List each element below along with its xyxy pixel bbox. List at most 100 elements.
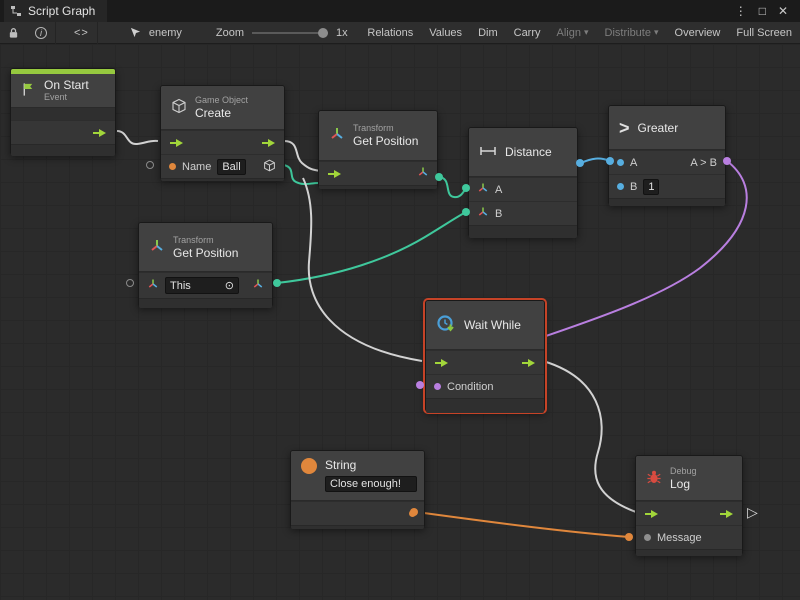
flow-output-port[interactable] xyxy=(719,509,734,519)
flow-output-port[interactable] xyxy=(521,358,536,368)
script-graph-tab[interactable]: Script Graph xyxy=(4,0,107,22)
node-wait-while[interactable]: Wait While Condition xyxy=(425,300,545,412)
vector-b-row: B xyxy=(469,201,577,225)
flow-input-port[interactable] xyxy=(327,169,342,179)
string-output-dot[interactable] xyxy=(410,508,418,516)
node-footer xyxy=(139,298,272,308)
node-footer xyxy=(161,178,284,181)
wire-onstart-to-create[interactable] xyxy=(117,131,158,144)
graph-toolbar: i <> enemy Zoom 1x Relations Values Dim … xyxy=(0,22,800,44)
unconnected-port-ring[interactable] xyxy=(126,279,134,287)
lock-icon[interactable] xyxy=(0,22,27,43)
position-output-port[interactable] xyxy=(252,278,264,293)
script-graph-icon xyxy=(10,5,22,17)
distance-b-input-dot[interactable] xyxy=(462,208,470,216)
log-message-input-dot[interactable] xyxy=(625,533,633,541)
maximize-icon[interactable]: □ xyxy=(759,4,766,18)
flow-output-port[interactable] xyxy=(261,138,276,148)
unconnected-port-ring[interactable] xyxy=(146,161,154,169)
message-row: Message xyxy=(636,525,742,549)
continue-triangle-icon: ▷ xyxy=(747,504,758,521)
dim-button[interactable]: Dim xyxy=(470,22,506,43)
waitwhile-condition-dot[interactable] xyxy=(416,381,424,389)
vector-port-icon[interactable] xyxy=(477,182,489,197)
node-title: On Start xyxy=(44,78,89,92)
condition-row: Condition xyxy=(426,374,544,398)
greater-output-dot[interactable] xyxy=(723,157,731,165)
port-b-label: B xyxy=(495,208,502,220)
info-icon[interactable]: i xyxy=(27,22,55,43)
port-b-label: B xyxy=(630,181,637,193)
string-value-input[interactable]: Close enough! xyxy=(325,476,417,492)
wait-clock-icon xyxy=(436,314,456,337)
string-input-port[interactable] xyxy=(169,163,176,170)
gameobject-output-port[interactable] xyxy=(263,159,276,175)
node-header: String Close enough! xyxy=(291,451,424,501)
wire-create-to-getposition[interactable] xyxy=(284,141,321,171)
code-view-icon[interactable]: <> xyxy=(66,22,97,43)
node-header: On Start Event xyxy=(11,74,115,108)
node-greater[interactable]: > Greater A A > B B 1 xyxy=(608,105,726,205)
greater-a-input-dot[interactable] xyxy=(606,157,614,165)
node-footer xyxy=(426,398,544,413)
flow-row xyxy=(636,501,742,525)
transform-input-port[interactable] xyxy=(147,278,159,293)
distribute-dropdown[interactable]: Distribute▾ xyxy=(597,22,667,43)
condition-input-port[interactable] xyxy=(434,383,441,390)
node-header: Distance xyxy=(469,128,577,177)
result-label: A > B xyxy=(690,157,717,169)
getposition-a-output-dot[interactable] xyxy=(435,173,443,181)
position-output-port[interactable] xyxy=(417,166,429,181)
values-button[interactable]: Values xyxy=(421,22,470,43)
vector-port-icon[interactable] xyxy=(477,206,489,221)
relations-button[interactable]: Relations xyxy=(359,22,421,43)
number-b-input-port[interactable] xyxy=(617,183,624,190)
overview-button[interactable]: Overview xyxy=(667,22,729,43)
wire-flow-to-waitwhile[interactable] xyxy=(303,178,422,361)
flow-input-port[interactable] xyxy=(434,358,449,368)
align-dropdown[interactable]: Align▾ xyxy=(549,22,597,43)
fullscreen-button[interactable]: Full Screen xyxy=(728,22,800,43)
flow-row xyxy=(426,350,544,374)
node-debug-log[interactable]: Debug Log Message xyxy=(635,455,743,555)
node-header: Transform Get Position xyxy=(139,223,272,272)
distance-output-dot[interactable] xyxy=(576,159,584,167)
flow-row xyxy=(11,120,115,144)
name-port-row: Name Ball xyxy=(161,154,284,178)
wire-string-to-message[interactable] xyxy=(424,513,629,537)
this-input[interactable]: This⊙ xyxy=(165,277,239,294)
wire-getposition-to-distance-b[interactable] xyxy=(277,212,466,283)
node-get-position-a[interactable]: Transform Get Position xyxy=(318,110,438,188)
flag-icon xyxy=(21,82,36,100)
distance-a-input-dot[interactable] xyxy=(462,184,470,192)
graph-canvas[interactable]: On Start Event Game Object Create Name xyxy=(0,44,800,600)
node-title: Get Position xyxy=(353,134,418,148)
node-distance[interactable]: Distance A B xyxy=(468,127,578,237)
getposition-b-output-dot[interactable] xyxy=(273,279,281,287)
node-gameobject-create[interactable]: Game Object Create Name Ball xyxy=(160,85,285,180)
flow-input-port[interactable] xyxy=(169,138,184,148)
node-on-start-event[interactable]: On Start Event xyxy=(10,68,116,155)
flow-output-port[interactable] xyxy=(92,128,107,138)
kebab-menu-icon[interactable]: ⋮ xyxy=(735,4,747,18)
message-input-port[interactable] xyxy=(644,534,651,541)
graph-pointer-icon xyxy=(122,22,149,43)
node-category: Game Object xyxy=(195,95,248,106)
target-icon[interactable]: ⊙ xyxy=(225,279,234,292)
name-input[interactable]: Ball xyxy=(217,159,245,175)
zoom-slider-knob[interactable] xyxy=(318,28,328,38)
b-value-input[interactable]: 1 xyxy=(643,179,659,195)
number-a-input-port[interactable] xyxy=(617,159,624,166)
node-get-position-b[interactable]: Transform Get Position This⊙ xyxy=(138,222,273,307)
node-header: Debug Log xyxy=(636,456,742,501)
flow-input-port[interactable] xyxy=(644,509,659,519)
close-icon[interactable]: ✕ xyxy=(778,4,788,18)
wire-waitwhile-to-log[interactable] xyxy=(543,361,636,512)
zoom-slider[interactable] xyxy=(252,32,328,34)
cube-icon xyxy=(171,98,187,117)
carry-button[interactable]: Carry xyxy=(506,22,549,43)
window-title: Script Graph xyxy=(28,4,95,18)
flow-row xyxy=(319,161,437,185)
wire-create-object-to-getposition[interactable] xyxy=(284,165,318,184)
node-string[interactable]: String Close enough! xyxy=(290,450,425,528)
